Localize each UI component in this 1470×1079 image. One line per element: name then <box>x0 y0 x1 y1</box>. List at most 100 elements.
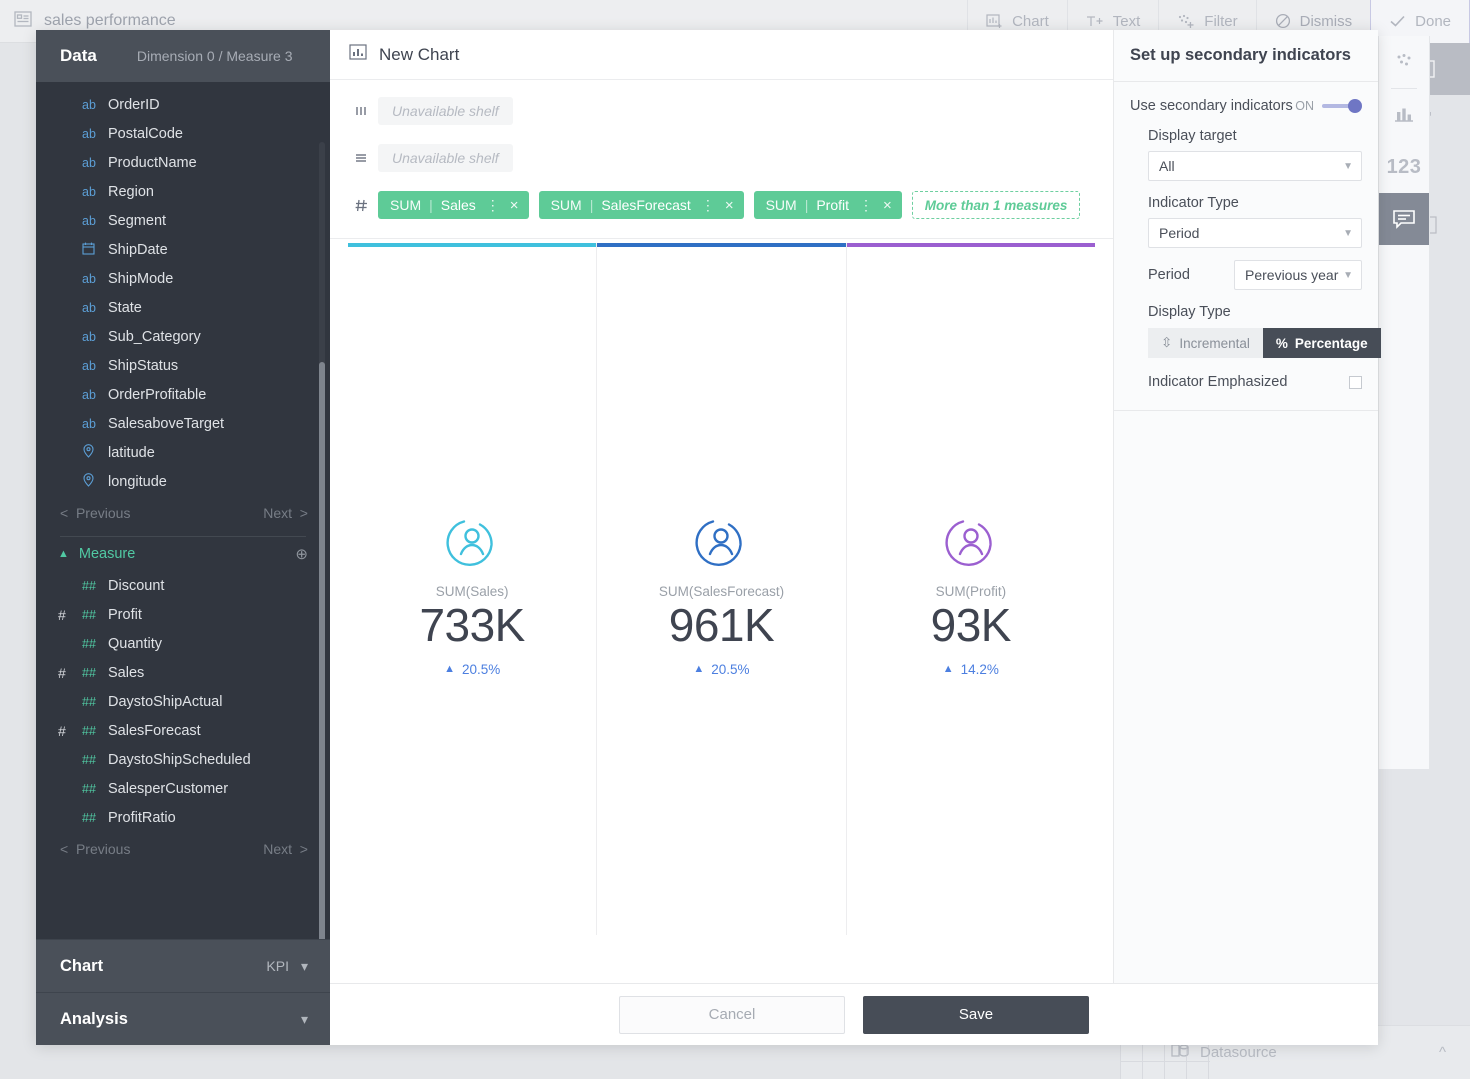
measure-dropzone-hint[interactable]: More than 1 measures <box>911 191 1081 219</box>
measure-pill-remove-icon[interactable]: × <box>725 197 734 214</box>
kpi-card[interactable]: SUM(SalesForecast) 961K ▲ 20.5% <box>597 243 847 935</box>
measure-pager-previous[interactable]: < Previous <box>60 841 130 857</box>
field-label: longitude <box>108 473 167 490</box>
measure-label: Discount <box>108 577 165 594</box>
display-type-segmented-control: ⇳ Incremental % Percentage <box>1148 328 1381 358</box>
measure-pill[interactable]: SUM | Sales ⋮ × <box>378 191 529 219</box>
kpi-value: 93K <box>930 599 1012 651</box>
settings-panel-title: Set up secondary indicators <box>1114 30 1378 82</box>
measures-shelf[interactable]: SUM | Sales ⋮ × SUM | SalesForecast ⋮ × <box>330 188 1113 222</box>
measure-pill-menu-icon[interactable]: ⋮ <box>859 197 874 214</box>
measure-item[interactable]: ## DaystoShipActual <box>36 687 330 716</box>
columns-shelf[interactable]: Unavailable shelf <box>330 94 1113 128</box>
field-item[interactable]: ab State <box>36 293 330 322</box>
field-item[interactable]: ab ShipStatus <box>36 351 330 380</box>
dimension-pager-next[interactable]: Next > <box>263 505 308 521</box>
measure-item[interactable]: ## DaystoShipScheduled <box>36 745 330 774</box>
rail-item-filter-dots[interactable] <box>1379 36 1429 88</box>
data-panel-scrollbar[interactable] <box>319 362 325 939</box>
dimension-pager-previous[interactable]: < Previous <box>60 505 130 521</box>
analysis-section-title: Analysis <box>60 1009 128 1028</box>
field-type-icon: ab <box>82 184 96 199</box>
measure-pill-remove-icon[interactable]: × <box>883 197 892 214</box>
field-item[interactable]: ab Segment <box>36 206 330 235</box>
field-type-icon: ab <box>82 97 96 112</box>
field-type-icon: ab <box>82 387 96 402</box>
field-item[interactable]: ab Region <box>36 177 330 206</box>
chart-title[interactable]: New Chart <box>379 45 459 65</box>
indicator-type-select[interactable]: Period ▼ <box>1148 218 1362 248</box>
field-item[interactable]: ab OrderID <box>36 90 330 119</box>
display-type-incremental-button[interactable]: ⇳ Incremental <box>1148 328 1263 358</box>
measure-pill-menu-icon[interactable]: ⋮ <box>486 197 501 214</box>
field-type-icon: ab <box>82 300 96 315</box>
geo-pin-icon <box>82 444 106 461</box>
chevron-down-icon: ▾ <box>300 957 308 974</box>
data-field-list[interactable]: ab OrderID ab PostalCode ab ProductName … <box>36 82 330 939</box>
save-button[interactable]: Save <box>863 995 1089 1034</box>
kpi-card-row: SUM(Sales) 733K ▲ 20.5% SUM(SalesForecas… <box>348 243 1095 935</box>
kpi-accent-bar <box>846 243 1095 247</box>
measure-item[interactable]: ## Quantity <box>36 629 330 658</box>
measure-item[interactable]: ## SalesperCustomer <box>36 774 330 803</box>
add-measure-icon[interactable]: ⊕ <box>295 545 308 563</box>
measure-pager-next[interactable]: Next > <box>263 841 308 857</box>
measure-pill-remove-icon[interactable]: × <box>510 197 519 214</box>
field-item[interactable]: ab PostalCode <box>36 119 330 148</box>
analysis-section-header[interactable]: Analysis ▾ <box>36 992 330 1045</box>
field-item[interactable]: ab Sub_Category <box>36 322 330 351</box>
field-item[interactable]: longitude <box>36 467 330 496</box>
display-type-field: Display Type ⇳ Incremental % Percentage <box>1130 304 1381 358</box>
measure-item[interactable]: # ## Profit <box>36 600 330 629</box>
secondary-indicator-panel: Set up secondary indicators Use secondar… <box>1113 30 1381 1045</box>
toolbar-add-text-label: Text <box>1112 12 1141 30</box>
field-item[interactable]: ab ProductName <box>36 148 330 177</box>
measure-label: SalesForecast <box>108 722 201 739</box>
rows-shelf[interactable]: Unavailable shelf <box>330 141 1113 175</box>
measure-pill[interactable]: SUM | SalesForecast ⋮ × <box>538 191 744 219</box>
period-select[interactable]: Perevious year ▼ <box>1234 260 1362 290</box>
display-target-value: All <box>1159 158 1175 174</box>
measure-type-icon: ## <box>82 810 96 825</box>
in-use-icon: # <box>58 722 66 739</box>
use-indicators-toggle[interactable] <box>1322 98 1362 114</box>
chevron-up-icon: ▲ <box>58 548 69 560</box>
period-field: Period Perevious year ▼ <box>1130 260 1362 290</box>
datasource-label: Datasource <box>1200 1044 1277 1061</box>
measure-pill-field: Profit <box>816 197 850 213</box>
measure-type-icon: ## <box>82 752 96 767</box>
field-item[interactable]: ab SalesaboveTarget <box>36 409 330 438</box>
cancel-button[interactable]: Cancel <box>619 995 845 1034</box>
measure-pill-menu-icon[interactable]: ⋮ <box>701 197 716 214</box>
measure-pill-field: SalesForecast <box>601 197 691 213</box>
display-target-select[interactable]: All ▼ <box>1148 151 1362 181</box>
dimension-pager[interactable]: < Previous Next > <box>36 496 330 530</box>
measure-type-icon: ## <box>82 636 96 651</box>
kpi-accent-bar <box>597 243 846 247</box>
measure-pager[interactable]: < Previous Next > <box>36 832 330 866</box>
rail-item-tooltip[interactable] <box>1379 193 1429 245</box>
kpi-card[interactable]: SUM(Sales) 733K ▲ 20.5% <box>348 243 598 935</box>
measure-item[interactable]: ## ProfitRatio <box>36 803 330 832</box>
kpi-delta: ▲ 20.5% <box>693 662 749 677</box>
triangle-up-icon: ▲ <box>693 663 705 676</box>
kpi-card[interactable]: SUM(Profit) 93K ▲ 14.2% <box>846 243 1095 935</box>
chart-section-header[interactable]: Chart KPI ▾ <box>36 939 330 992</box>
measure-pill[interactable]: SUM | Profit ⋮ × <box>753 191 902 219</box>
display-type-percentage-button[interactable]: % Percentage <box>1262 328 1381 358</box>
measure-type-icon: ## <box>82 694 96 709</box>
rail-item-number-format[interactable]: 123 <box>1379 141 1429 193</box>
field-item[interactable]: latitude <box>36 438 330 467</box>
rail-item-bar-chart[interactable] <box>1379 89 1429 141</box>
measure-item[interactable]: ## Discount <box>36 571 330 600</box>
field-item[interactable]: ShipDate <box>36 235 330 264</box>
field-item[interactable]: ab OrderProfitable <box>36 380 330 409</box>
kpi-accent-bar <box>348 243 597 247</box>
chevron-down-icon: ▼ <box>1343 227 1353 239</box>
measure-item[interactable]: # ## SalesForecast <box>36 716 330 745</box>
field-type-icon: ab <box>82 213 96 228</box>
measure-item[interactable]: # ## Sales <box>36 658 330 687</box>
indicator-emphasized-checkbox[interactable] <box>1349 375 1362 389</box>
field-item[interactable]: ab ShipMode <box>36 264 330 293</box>
measure-section-header[interactable]: ▲ Measure ⊕ <box>36 537 330 571</box>
